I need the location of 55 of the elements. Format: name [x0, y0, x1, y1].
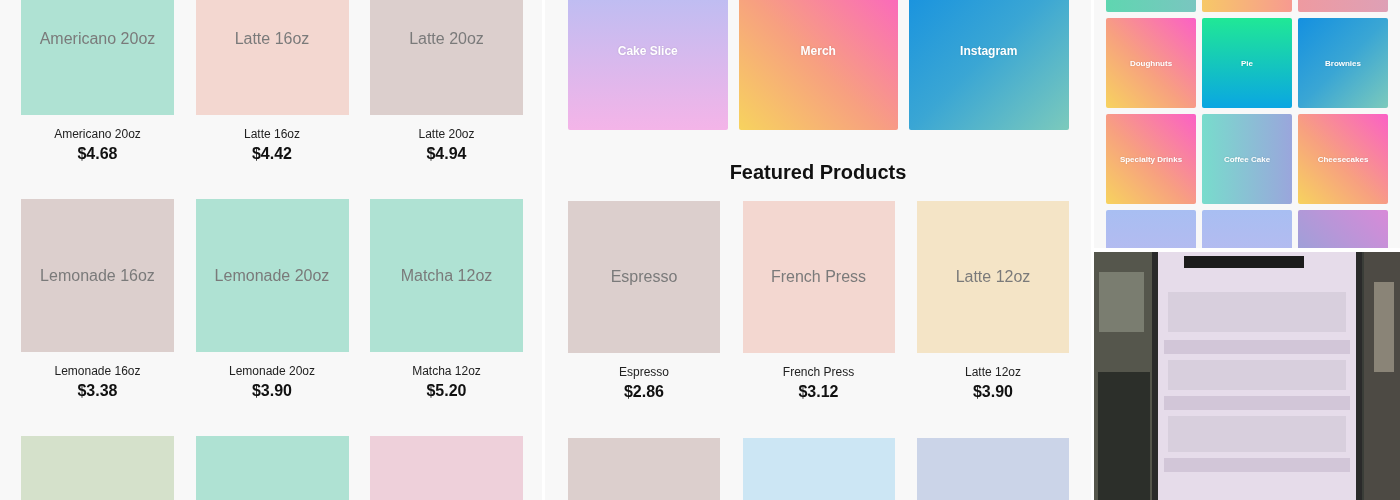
category-label: Cheesecakes [1317, 154, 1369, 164]
product-price: $4.68 [77, 144, 118, 164]
placeholder-label: Latte 16oz [234, 29, 310, 48]
product-image-placeholder[interactable]: Lemonade 16oz [21, 199, 174, 352]
category-label: Coffee Cake [1223, 154, 1271, 164]
category-label: Instagram [960, 43, 1018, 58]
product-image-placeholder[interactable]: Latte 16oz [195, 0, 349, 115]
product-image-placeholder[interactable]: Lemonade 20oz [195, 199, 349, 352]
product-name: Latte 20oz [418, 126, 475, 142]
product-price: $4.94 [426, 144, 467, 164]
product-price: $3.38 [77, 381, 118, 401]
category-label: Cake Slice [617, 43, 678, 58]
category-tile[interactable]: Doughnuts [1106, 18, 1196, 108]
product-price: $4.42 [251, 144, 292, 164]
placeholder-label: Espresso [610, 268, 678, 286]
product-image-placeholder[interactable]: Americano 20oz [21, 0, 174, 115]
category-label: Doughnuts [1129, 58, 1173, 68]
category-label: Specialty Drinks [1119, 154, 1183, 164]
product-name: Latte 16oz [243, 126, 300, 142]
product-image-placeholder[interactable]: French Press [742, 201, 895, 353]
placeholder-label: Lemonade 20oz [214, 266, 330, 285]
category-label: Pie [1241, 58, 1253, 68]
category-tile[interactable]: Specialty Drinks [1106, 114, 1196, 204]
section-heading: Featured Products [728, 160, 908, 185]
category-tile[interactable]: Coffee Cake [1202, 114, 1292, 204]
product-name: French Press [782, 364, 855, 380]
product-image-placeholder[interactable]: Latte 12oz [917, 201, 1069, 353]
product-image-placeholder[interactable]: Espresso [568, 201, 720, 353]
placeholder-label: Latte 20oz [409, 29, 484, 48]
category-tile[interactable]: Cheesecakes [1298, 114, 1388, 204]
product-name: Americano 20oz [54, 126, 141, 142]
category-tile[interactable]: Instagram [909, 0, 1069, 130]
category-tile[interactable]: Merch [738, 0, 898, 130]
product-price: $3.90 [972, 382, 1013, 402]
category-label: Brownies [1325, 58, 1361, 68]
placeholder-label: Matcha 12oz [400, 266, 493, 285]
product-name: Latte 12oz [964, 364, 1021, 380]
product-image-placeholder[interactable]: Matcha 12oz [370, 199, 523, 352]
product-name: Lemonade 20oz [228, 363, 316, 379]
product-price: $2.86 [623, 382, 664, 402]
product-price: $5.20 [426, 381, 467, 401]
placeholder-label: Lemonade 16oz [40, 266, 155, 285]
product-name: Espresso [619, 364, 669, 380]
category-tile[interactable]: Cake Slice [568, 0, 728, 130]
product-price: $3.12 [798, 382, 839, 402]
product-price: $3.90 [251, 381, 292, 401]
category-tile[interactable]: Pie [1202, 18, 1292, 108]
placeholder-label: French Press [770, 268, 867, 286]
category-tile[interactable]: Brownies [1298, 18, 1388, 108]
category-label: Merch [800, 43, 836, 58]
product-image-placeholder[interactable]: Latte 20oz [370, 0, 523, 115]
product-name: Lemonade 16oz [54, 363, 141, 379]
product-name: Matcha 12oz [412, 363, 481, 379]
placeholder-label: Latte 12oz [955, 268, 1031, 286]
placeholder-label: Americano 20oz [39, 29, 156, 48]
